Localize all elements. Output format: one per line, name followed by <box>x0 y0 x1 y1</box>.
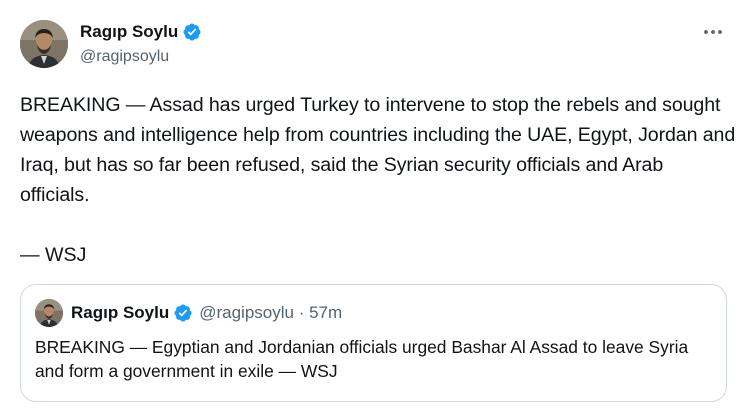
more-options-icon[interactable] <box>701 20 725 44</box>
quoted-author-avatar <box>35 299 63 327</box>
tweet-source: — WSJ <box>20 244 87 266</box>
verified-badge-icon <box>182 22 202 42</box>
tweet-text: BREAKING — Assad has urged Turkey to int… <box>20 94 736 206</box>
quoted-tweet[interactable]: Ragıp Soylu @ragipsoylu · 57m BREAKING —… <box>20 284 727 402</box>
quoted-verified-badge-icon <box>173 303 193 323</box>
tweet: Ragıp Soylu @ragipsoylu BREAKING — Assad… <box>0 0 755 418</box>
author-display-name[interactable]: Ragıp Soylu <box>80 22 178 42</box>
author-handle[interactable]: @ragipsoylu <box>80 47 169 67</box>
author-avatar[interactable] <box>20 20 68 68</box>
quoted-tweet-header: Ragıp Soylu @ragipsoylu · 57m <box>35 299 342 327</box>
author-name-row: Ragıp Soylu <box>80 22 202 42</box>
quoted-author-display-name: Ragıp Soylu <box>71 303 170 322</box>
quoted-tweet-meta: @ragipsoylu · 57m <box>199 303 343 322</box>
avatar-image <box>20 20 68 68</box>
quoted-tweet-text: BREAKING — Egyptian and Jordanian offici… <box>35 337 689 381</box>
